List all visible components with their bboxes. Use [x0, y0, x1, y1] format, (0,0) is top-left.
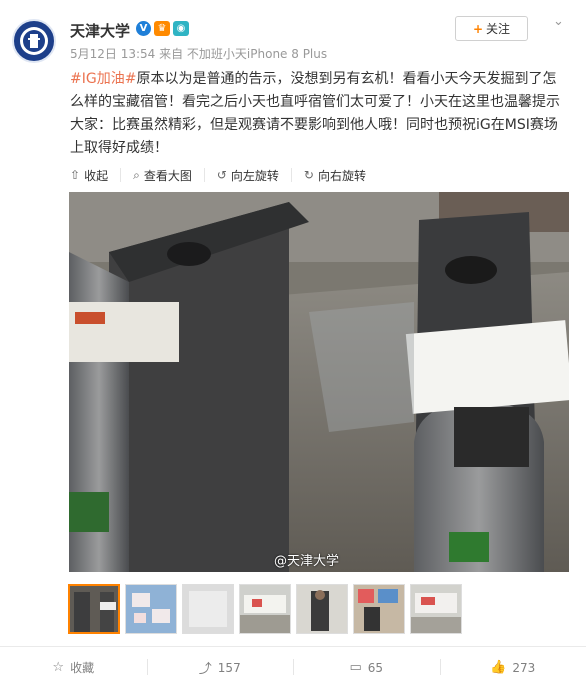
- comment-icon: ▭: [349, 660, 362, 675]
- repost-button[interactable]: ⤴ 157: [146, 647, 294, 688]
- thumbs-up-icon: 👍: [490, 660, 507, 675]
- chevron-down-icon[interactable]: ⌄: [553, 14, 564, 29]
- like-count: 273: [512, 660, 536, 675]
- rotate-left-icon: ↺: [216, 168, 227, 182]
- camera-icon[interactable]: ◉: [173, 21, 189, 36]
- post-text: #IG加油#原本以为是普通的告示，没想到另有玄机！看看小天今天发掘到了怎么样的宝…: [70, 68, 570, 160]
- star-icon: ☆: [52, 660, 65, 675]
- thumbnail-1[interactable]: [68, 584, 120, 634]
- plus-icon: +: [472, 21, 484, 36]
- photo-watermark: @天津大学: [274, 554, 340, 569]
- post-meta: 5月12日 13:54 来自 不加班小天iPhone 8 Plus: [70, 47, 328, 61]
- thumbnail-4[interactable]: [239, 584, 291, 634]
- favorite-label: 收藏: [70, 661, 95, 675]
- collapse-label: 收起: [84, 168, 109, 183]
- avatar[interactable]: [12, 19, 56, 63]
- post-body: 原本以为是普通的告示，没想到另有玄机！看看小天今天发掘到了怎么样的宝藏宿管！看完…: [70, 71, 560, 156]
- main-photo[interactable]: @天津大学: [69, 192, 569, 572]
- verified-icon: V: [136, 21, 151, 36]
- repost-count: 157: [217, 660, 241, 675]
- action-bar: ☆ 收藏 ⤴ 157 ▭ 65 👍 273: [0, 647, 586, 688]
- username[interactable]: 天津大学: [70, 20, 130, 41]
- thumbnail-strip: [68, 584, 462, 634]
- turnstile-photo: [69, 192, 569, 572]
- rotate-right-icon: ↻: [303, 168, 314, 182]
- favorite-button[interactable]: ☆ 收藏: [0, 647, 147, 688]
- rotate-left-button[interactable]: ↺ 向左旋转: [216, 168, 292, 183]
- hashtag-link[interactable]: #IG加油#: [70, 71, 136, 87]
- thumbnail-2[interactable]: [125, 584, 177, 634]
- view-large-label: 查看大图: [143, 168, 192, 183]
- thumbnail-7[interactable]: [410, 584, 462, 634]
- comment-count: 65: [367, 660, 384, 675]
- follow-label: 关注: [486, 22, 511, 36]
- search-icon: ⌕: [133, 167, 140, 182]
- vip-icon[interactable]: ♛: [154, 21, 170, 36]
- collapse-button[interactable]: ⇧ 收起: [70, 168, 122, 183]
- thumbnail-3[interactable]: [182, 584, 234, 634]
- view-large-button[interactable]: ⌕ 查看大图: [133, 167, 205, 183]
- like-button[interactable]: 👍 273: [439, 647, 586, 688]
- rotate-right-button[interactable]: ↻ 向右旋转: [303, 168, 378, 183]
- user-badges: V ♛ ◉: [136, 21, 189, 36]
- comment-button[interactable]: ▭ 65: [293, 647, 440, 688]
- weibo-post-card: 天津大学 V ♛ ◉ 5月12日 13:54 来自 不加班小天iPhone 8 …: [0, 0, 586, 688]
- repost-icon: ⤴: [198, 662, 212, 677]
- follow-button[interactable]: + 关注: [455, 16, 528, 41]
- image-toolbar: ⇧ 收起 ⌕ 查看大图 ↺ 向左旋转 ↻ 向右旋转: [70, 167, 390, 183]
- rotate-left-label: 向左旋转: [230, 168, 279, 183]
- rotate-right-label: 向右旋转: [317, 168, 366, 183]
- thumbnail-5[interactable]: [296, 584, 348, 634]
- collapse-icon: ⇧: [70, 168, 81, 182]
- thumbnail-6[interactable]: [353, 584, 405, 634]
